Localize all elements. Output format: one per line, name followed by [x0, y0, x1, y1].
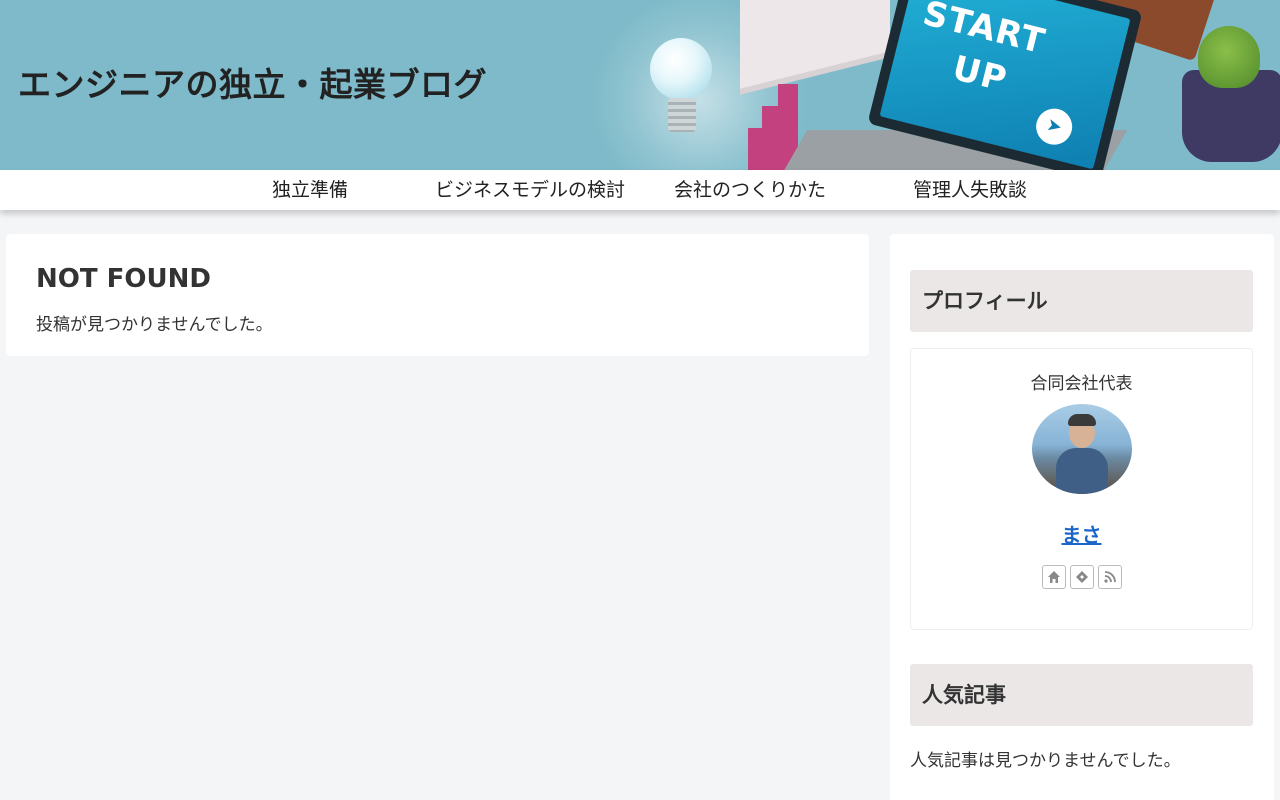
profile-widget-heading: プロフィール [910, 270, 1253, 332]
site-title[interactable]: エンジニアの独立・起業ブログ [18, 58, 487, 106]
profile-role: 合同会社代表 [1030, 374, 1133, 394]
site-header: START UP ➤ エンジニアの独立・起業ブログ [0, 0, 1280, 170]
banner-text-up: UP [948, 48, 1012, 101]
sidebar: プロフィール 合同会社代表 まさ 人気記事 人気記事は見つかりませんでした。 [890, 234, 1274, 800]
profile-card: 合同会社代表 まさ [910, 348, 1253, 630]
profile-name-link[interactable]: まさ [911, 519, 1252, 548]
avatar [1032, 404, 1132, 494]
nav-item-company-setup[interactable]: 会社のつくりかた [640, 170, 860, 210]
not-found-message: 投稿が見つかりませんでした。 [36, 315, 273, 335]
rocket-icon: ➤ [1032, 104, 1076, 149]
popular-empty-message: 人気記事は見つかりませんでした。 [910, 751, 1181, 771]
banner-lightbulb-base [668, 98, 696, 132]
banner-book-image [740, 0, 890, 89]
banner-cactus-image [1198, 26, 1260, 88]
social-links [1042, 565, 1122, 589]
rss-icon[interactable] [1098, 565, 1122, 589]
page-title: NOT FOUND [36, 264, 211, 294]
nav-item-admin-failures[interactable]: 管理人失敗談 [860, 170, 1080, 210]
banner-lightbulb-image [650, 38, 712, 100]
global-nav: 独立準備 ビジネスモデルの検討 会社のつくりかた 管理人失敗談 [0, 170, 1280, 210]
home-icon[interactable] [1042, 565, 1066, 589]
popular-widget-heading: 人気記事 [910, 664, 1253, 726]
not-found-card: NOT FOUND 投稿が見つかりませんでした。 [6, 234, 869, 356]
banner-text-start: START [918, 0, 1050, 63]
nav-item-independence-prep[interactable]: 独立準備 [200, 170, 420, 210]
nav-item-business-model[interactable]: ビジネスモデルの検討 [420, 170, 640, 210]
feedly-icon[interactable] [1070, 565, 1094, 589]
